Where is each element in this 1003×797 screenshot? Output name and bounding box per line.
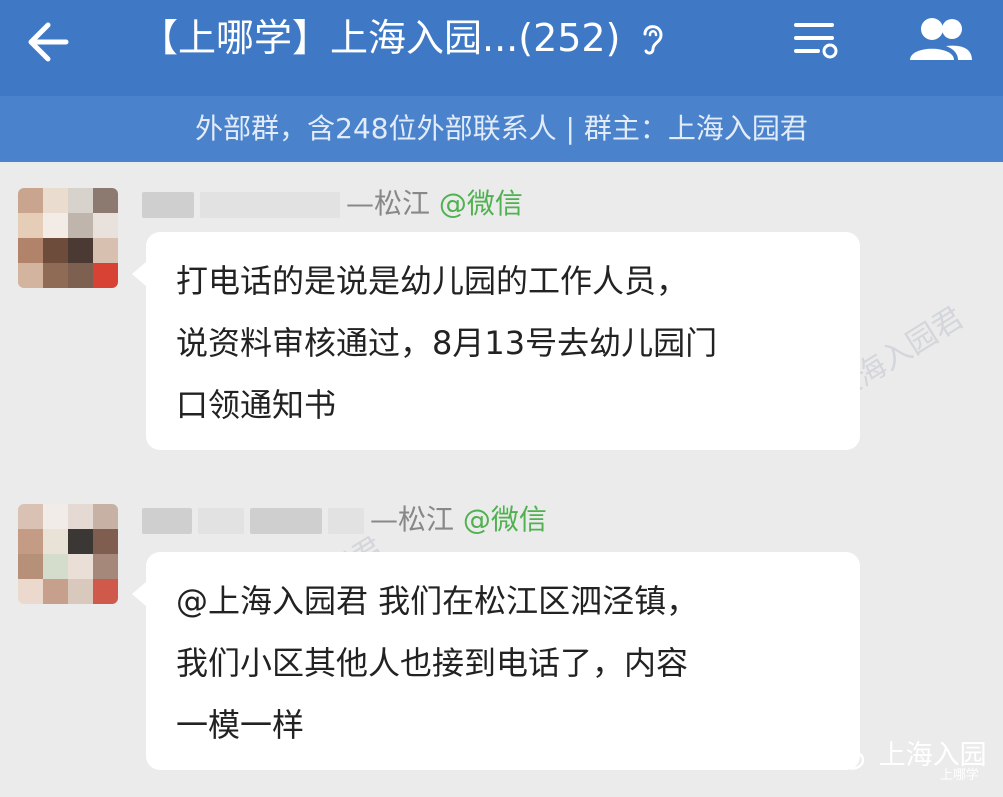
- group-info-text: 外部群，含248位外部联系人 | 群主：上海入园君: [195, 112, 808, 145]
- avatar[interactable]: [18, 504, 118, 604]
- message-bubble[interactable]: 打电话的是说是幼儿园的工作人员， 说资料审核通过，8月13号去幼儿园门 口领通知…: [132, 232, 860, 450]
- sender-name: —松江 @微信: [142, 184, 523, 224]
- chat-title: 【上哪学】上海入园...(252): [140, 8, 667, 68]
- message-line: 口领通知书: [176, 386, 337, 424]
- menu-icon: [794, 23, 838, 59]
- sender-source: @微信: [438, 187, 523, 220]
- title-bar: 【上哪学】上海入园...(252): [0, 0, 1003, 96]
- arrow-left-icon: [28, 22, 69, 62]
- back-button[interactable]: [20, 14, 76, 70]
- redacted-name: [142, 192, 194, 218]
- message-line: 打电话的是说是幼儿园的工作人员，: [176, 262, 689, 300]
- redacted-name: [142, 508, 192, 534]
- redacted-name: [328, 508, 364, 534]
- wechat-icon: [826, 742, 865, 770]
- redacted-name: [198, 508, 244, 534]
- message-line: 说资料审核通过，8月13号去幼儿园门: [176, 324, 718, 362]
- redacted-name: [250, 508, 322, 534]
- chat-menu-button[interactable]: [790, 14, 842, 66]
- members-button[interactable]: [906, 14, 976, 66]
- chat-screen: 【上哪学】上海入园...(252) 外部群，含248位外部联系人 | 群主：上海…: [0, 0, 1003, 797]
- chat-title-text: 【上哪学】上海入园...(252): [140, 16, 621, 60]
- sender-source: @微信: [462, 503, 547, 536]
- message-bubble[interactable]: @上海入园君 我们在松江区泗泾镇， 我们小区其他人也接到电话了，内容 一模一样: [132, 552, 860, 770]
- group-info-bar[interactable]: 外部群，含248位外部联系人 | 群主：上海入园君: [0, 96, 1003, 162]
- redacted-name: [200, 192, 340, 218]
- message-line: 一模一样: [176, 706, 305, 744]
- avatar[interactable]: [18, 188, 118, 288]
- message-line: 我们小区其他人也接到电话了，内容: [176, 644, 689, 682]
- ear-icon[interactable]: [637, 18, 667, 58]
- watermark-logo-sub: 上哪学: [940, 768, 980, 783]
- people-icon: [910, 18, 972, 60]
- sender-name: —松江 @微信: [142, 500, 547, 540]
- message-line: @上海入园君 我们在松江区泗泾镇，: [176, 582, 699, 620]
